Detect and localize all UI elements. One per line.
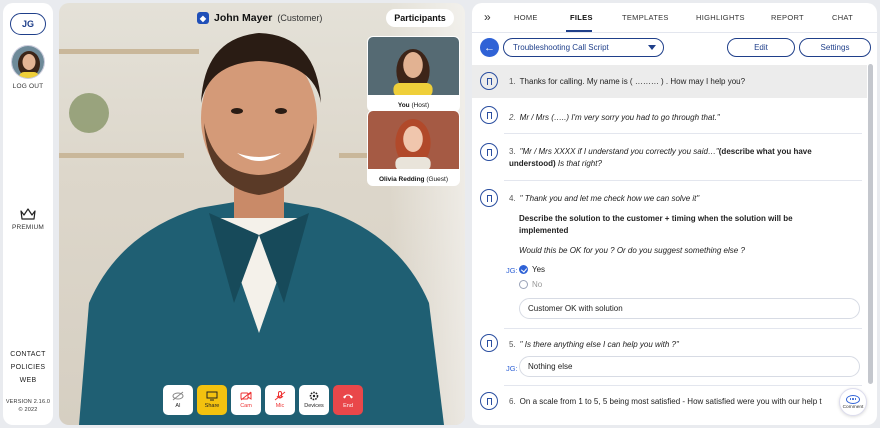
logout-link[interactable]: LOG OUT [3,83,53,90]
comment-button[interactable]: Comment [839,388,867,416]
app-logo-icon: ◆ [197,12,209,24]
bookmark-icon[interactable] [480,392,498,410]
premium-label[interactable]: PREMIUM [3,224,53,231]
bookmark-icon[interactable] [480,106,498,124]
gear-icon [309,391,319,401]
video-call-panel: ◆ John Mayer (Customer) Participants You… [59,3,465,425]
bookmark-icon[interactable] [480,72,498,90]
host-video [368,37,459,97]
tab-files[interactable]: FILES [570,13,593,22]
script-item[interactable]: 1. Thanks for calling. My name is ( ……… )… [472,65,867,98]
tab-report[interactable]: REPORT [771,13,804,22]
script-item-text: 4. " Thank you and let me check how we ca… [509,194,700,203]
script-panel: » HOME FILES TEMPLATES HIGHLIGHTS REPORT… [472,3,877,425]
panel-tabs: » HOME FILES TEMPLATES HIGHLIGHTS REPORT… [472,3,877,33]
option-no[interactable]: No [519,280,542,289]
radio-unchecked-icon [519,280,528,289]
script-item-text: 1. Thanks for calling. My name is ( ……… )… [509,77,746,86]
share-button[interactable]: Share [197,385,227,415]
camera-off-icon [240,391,252,401]
script-item-question: Would this be OK for you ? Or do you sug… [519,246,745,255]
edit-button[interactable]: Edit [727,38,795,57]
script-item-text: 6. On a scale from 1 to 5, 5 being most s… [509,397,822,406]
arrow-left-icon: ← [484,41,495,54]
radio-checked-icon [519,265,528,274]
script-scrollbar[interactable] [868,64,873,384]
bookmark-icon[interactable] [480,334,498,352]
web-link[interactable]: WEB [3,377,53,384]
item-divider [504,328,862,329]
settings-button[interactable]: Settings [799,38,871,57]
bookmark-icon[interactable] [480,143,498,161]
item-divider [504,180,862,181]
contact-link[interactable]: CONTACT [3,351,53,358]
crown-icon[interactable] [20,208,36,220]
left-sidebar: JG LOG OUT PREMIUM CONTACT POLICIES WEB … [3,3,53,425]
guest-video [368,111,459,171]
tab-templates[interactable]: TEMPLATES [622,13,669,22]
tab-highlights[interactable]: HIGHLIGHTS [696,13,745,22]
script-select-value: Troubleshooting Call Script [513,43,609,52]
script-item-text: 2. Mr / Mrs (…..) I'm very sorry you had … [509,113,720,122]
answer-author-tag: JG: [506,266,518,275]
chevron-down-icon [648,45,656,50]
participant-thumbnail-guest[interactable]: Olivia Redding (Guest) [367,110,460,186]
script-item-text: 5. " Is there anything else I can help yo… [509,340,679,349]
script-item[interactable]: 2. Mr / Mrs (…..) I'm very sorry you had … [472,98,867,132]
user-avatar[interactable] [11,45,45,79]
answer-author-tag: JG: [506,364,518,373]
version-text: VERSION 2.16.0 [5,399,51,405]
bookmark-icon[interactable] [480,189,498,207]
ai-button[interactable]: AI [163,385,193,415]
active-tab-indicator [566,30,592,32]
script-item[interactable]: 6. On a scale from 1 to 5, 5 being most s… [472,387,867,425]
script-item-text: 3. "Mr / Mrs XXXX if I understand you cor… [509,147,812,168]
comment-icon [846,394,860,404]
phone-hangup-icon [343,394,353,399]
script-toolbar: ← Troubleshooting Call Script Edit Setti… [472,36,877,62]
user-initials-button[interactable]: JG [10,13,46,35]
ai-off-icon [172,391,184,401]
mic-button[interactable]: Mic [265,385,295,415]
script-select[interactable]: Troubleshooting Call Script [503,38,664,57]
participant-thumbnail-host[interactable]: You (Host) [367,36,460,112]
end-call-button[interactable]: End [333,385,363,415]
item-divider [504,385,862,386]
answer-note-field[interactable]: Customer OK with solution [519,298,860,319]
participants-button[interactable]: Participants [386,9,454,27]
caller-role: (Customer) [277,13,323,23]
script-list: 1. Thanks for calling. My name is ( ……… )… [472,65,867,425]
call-controls: AI Share Cam Mic Devices End [163,385,363,415]
devices-button[interactable]: Devices [299,385,329,415]
tab-chat[interactable]: CHAT [832,13,853,22]
script-item[interactable]: 5. " Is there anything else I can help yo… [472,330,867,384]
policies-link[interactable]: POLICIES [3,364,53,371]
answer-note-field[interactable]: Nothing else [519,356,860,377]
script-item[interactable]: 3. "Mr / Mrs XXXX if I understand you cor… [472,135,867,181]
screen-share-icon [206,391,218,401]
option-yes[interactable]: Yes [519,265,545,274]
copyright-text: © 2022 [18,407,38,413]
collapse-panel-icon[interactable]: » [484,10,491,24]
camera-button[interactable]: Cam [231,385,261,415]
caller-name: John Mayer [214,12,273,24]
tab-home[interactable]: HOME [514,13,538,22]
mic-off-icon [274,391,286,401]
comment-label: Comment [842,404,864,410]
back-button[interactable]: ← [480,38,499,57]
item-divider [504,133,862,134]
caller-name-tag: ◆ John Mayer (Customer) [197,8,322,28]
guest-caption: Olivia Redding (Guest) [368,174,459,185]
script-item[interactable]: 4. " Thank you and let me check how we ca… [472,182,867,327]
script-item-instruction: Describe the solution to the customer + … [519,214,793,235]
